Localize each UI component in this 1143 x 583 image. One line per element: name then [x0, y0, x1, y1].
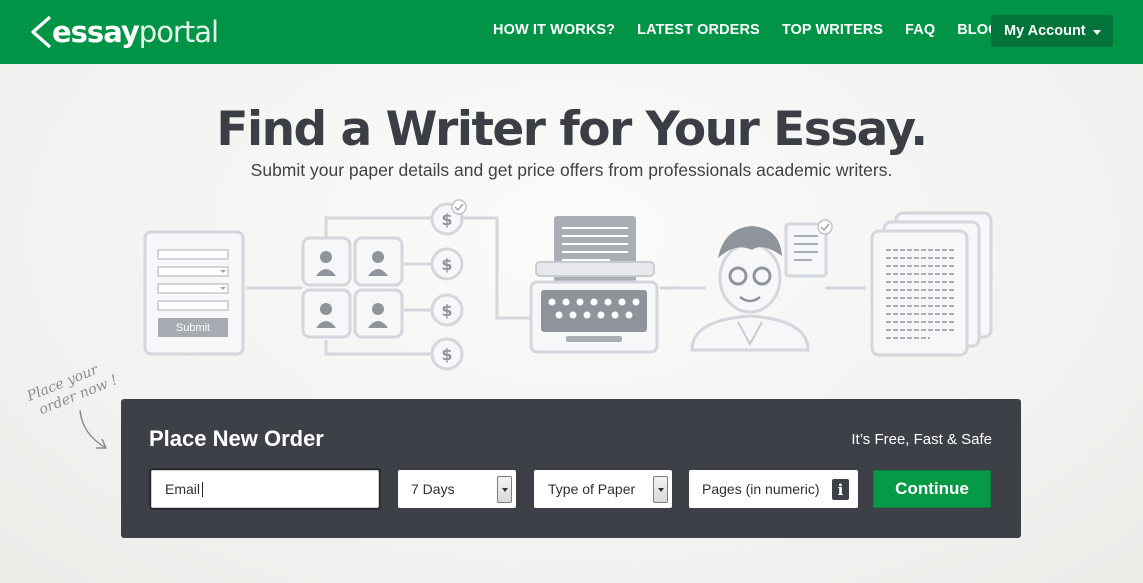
- deadline-select[interactable]: 7 Days: [398, 470, 516, 508]
- check-icon: [451, 199, 467, 215]
- continue-button[interactable]: Continue: [873, 470, 991, 508]
- chevron-down-icon[interactable]: [653, 476, 668, 503]
- order-panel-tagline: It’s Free, Fast & Safe: [851, 431, 992, 448]
- my-account-label: My Account: [1004, 23, 1086, 39]
- chevron-down-icon[interactable]: [497, 476, 512, 503]
- info-icon[interactable]: i: [832, 479, 849, 500]
- hero-title: Find a Writer for Your Essay.: [216, 102, 928, 157]
- email-field-value: Email: [165, 481, 201, 497]
- svg-text:$: $: [441, 345, 452, 364]
- nav-top-writers[interactable]: TOP WRITERS: [782, 22, 883, 38]
- svg-text:$: $: [441, 210, 452, 229]
- nav-faq[interactable]: FAQ: [905, 22, 935, 38]
- main-nav: HOW IT WORKS? LATEST ORDERS TOP WRITERS …: [493, 22, 1022, 38]
- svg-text:$: $: [441, 255, 452, 274]
- arrow-icon: [79, 409, 108, 449]
- email-field[interactable]: Email: [151, 470, 379, 508]
- deadline-select-value: 7 Days: [411, 481, 455, 497]
- order-form-icon: Submit: [143, 230, 245, 356]
- place-order-panel: Place New Order It’s Free, Fast & Safe E…: [121, 399, 1021, 538]
- nav-how-it-works[interactable]: HOW IT WORKS?: [493, 22, 615, 38]
- pages-field-placeholder: Pages (in numeric): [702, 481, 820, 497]
- text-cursor: [202, 481, 204, 497]
- finished-papers-icon: [870, 211, 993, 357]
- writers-group-icon: [301, 236, 404, 339]
- logo-text-portal: portal: [138, 15, 219, 49]
- chevron-down-icon: [1092, 29, 1101, 35]
- paper-type-select-value: Type of Paper: [548, 481, 636, 497]
- svg-text:$: $: [441, 301, 452, 320]
- process-illustration: Submit $ $ $ $: [143, 199, 993, 371]
- logo-text-essay: essay: [52, 15, 140, 49]
- nav-latest-orders[interactable]: LATEST ORDERS: [637, 22, 760, 38]
- paper-type-select[interactable]: Type of Paper: [534, 470, 672, 508]
- pages-field[interactable]: Pages (in numeric) i: [689, 470, 858, 508]
- svg-text:Submit: Submit: [176, 322, 210, 334]
- logo-arrow-icon: [31, 15, 52, 49]
- hero-subtitle: Submit your paper details and get price …: [250, 160, 893, 180]
- order-panel-title: Place New Order: [149, 426, 324, 451]
- essayportal-logo[interactable]: essay portal: [30, 12, 219, 52]
- typewriter-icon: [529, 216, 659, 354]
- my-account-button[interactable]: My Account: [991, 15, 1113, 47]
- top-nav-bar: essay portal HOW IT WORKS? LATEST ORDERS…: [0, 0, 1143, 64]
- document-icon: [784, 219, 833, 278]
